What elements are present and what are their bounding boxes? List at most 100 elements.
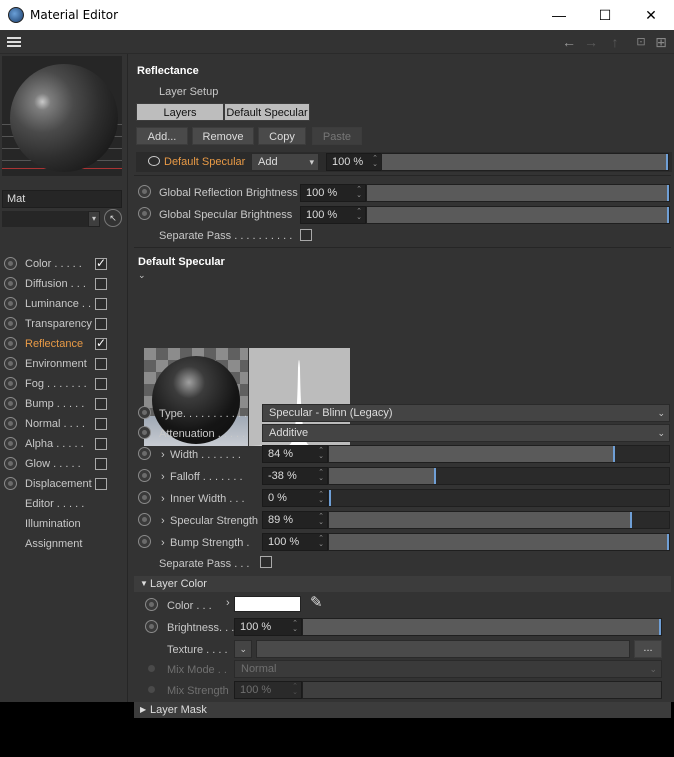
channel-anim-radio[interactable] [4,337,17,350]
add-layer-button[interactable]: Add... [136,127,188,145]
falloff-expand-icon[interactable]: › [161,471,165,483]
channel-item[interactable]: Color . . . . . [0,254,128,274]
bump-strength-expand-icon[interactable]: › [161,537,165,549]
lock-icon[interactable]: ⊡ [632,33,650,51]
channel-enable-checkbox[interactable] [95,438,107,450]
channel-enable-checkbox[interactable] [95,398,107,410]
channel-label[interactable]: Normal . . . . [25,418,85,430]
remove-layer-button[interactable]: Remove [192,127,254,145]
channel-label[interactable]: Diffusion . . . [25,278,86,290]
channel-anim-radio[interactable] [4,477,17,490]
material-preview[interactable] [2,56,122,176]
layer-color-group-header[interactable]: ▼ Layer Color [134,576,671,592]
channel-enable-checkbox[interactable] [95,378,107,390]
back-arrow-icon[interactable]: ← [560,33,578,51]
forward-arrow-icon[interactable]: → [582,33,600,51]
channel-anim-radio[interactable] [4,417,17,430]
channel-anim-radio[interactable] [4,297,17,310]
channel-enable-checkbox[interactable] [95,478,107,490]
channel-item[interactable]: Fog . . . . . . . [0,374,128,394]
global-specular-anim-radio[interactable] [138,207,151,220]
bump-strength-slider[interactable] [328,533,670,551]
brightness-anim-radio[interactable] [145,620,158,633]
close-button[interactable]: ✕ [628,0,674,30]
layer-row[interactable]: Default Specular Add ▾ 100 % ⌃ ⌄ [136,152,672,172]
channel-item[interactable]: Displacement [0,474,128,494]
channel-item[interactable]: Luminance . . [0,294,128,314]
inner-width-field[interactable]: 0 % ⌃ ⌄ [262,489,328,507]
channel-anim-radio[interactable] [4,277,17,290]
global-specular-field[interactable]: 100 % ⌃ ⌄ [300,206,366,224]
falloff-slider[interactable] [328,467,670,485]
channel-enable-checkbox[interactable] [95,298,107,310]
tab-default-specular[interactable]: Default Specular [224,103,310,121]
maximize-button[interactable]: ☐ [582,0,628,30]
attenuation-anim-radio[interactable] [138,426,151,439]
width-slider[interactable] [328,445,670,463]
channel-label[interactable]: Luminance . . [25,298,91,310]
channel-anim-radio[interactable] [4,397,17,410]
texture-menu-button[interactable]: ⌄ [234,640,252,658]
channel-item[interactable]: Glow . . . . . [0,454,128,474]
channel-filter-dropdown[interactable] [2,211,88,227]
inner-width-slider[interactable] [328,489,670,507]
specular-strength-field[interactable]: 89 % ⌃ ⌄ [262,511,328,529]
channel-label[interactable]: Fog . . . . . . . [25,378,87,390]
bump-strength-anim-radio[interactable] [138,535,151,548]
channel-enable-checkbox[interactable] [95,278,107,290]
channel-assignment[interactable]: Assignment [25,538,82,550]
specular-strength-slider[interactable] [328,511,670,529]
channel-item[interactable]: Bump . . . . . [0,394,128,414]
menu-icon[interactable] [7,37,21,47]
channel-anim-radio[interactable] [4,377,17,390]
channel-label[interactable]: Reflectance [25,338,83,350]
mix-strength-slider[interactable] [302,681,662,699]
channel-label[interactable]: Alpha . . . . . [25,438,84,450]
brightness-slider[interactable] [302,618,662,636]
eye-icon[interactable] [148,156,160,166]
channel-anim-radio[interactable] [4,437,17,450]
color-swatch[interactable] [234,596,301,612]
channel-label[interactable]: Displacement [25,478,92,490]
minimize-button[interactable]: — [536,0,582,30]
channel-item[interactable]: Alpha . . . . . [0,434,128,454]
channel-anim-radio[interactable] [4,257,17,270]
type-dropdown[interactable]: Specular - Blinn (Legacy) ⌄ [262,404,670,422]
channel-item[interactable]: Reflectance [0,334,128,354]
layer-mask-group-header[interactable]: ▶ Layer Mask [134,702,671,718]
texture-more-button[interactable]: ... [634,640,662,658]
attenuation-dropdown[interactable]: Additive ⌄ [262,424,670,442]
channel-illumination[interactable]: Illumination [25,518,81,530]
channel-enable-checkbox[interactable] [95,458,107,470]
mix-mode-dropdown[interactable]: Normal ⌄ [234,660,662,678]
color-anim-radio[interactable] [145,598,158,611]
layer-amount-field[interactable]: 100 % ⌃ ⌄ [326,153,382,171]
chevron-down-icon[interactable]: ▾ [88,211,100,227]
new-window-icon[interactable]: ⊞ [652,33,670,51]
specular-strength-expand-icon[interactable]: › [161,515,165,527]
spec-separate-pass-checkbox[interactable] [260,556,272,568]
color-expand-icon[interactable]: › [226,597,230,609]
global-reflection-slider[interactable] [366,184,670,202]
global-specular-slider[interactable] [366,206,670,224]
channel-enable-checkbox[interactable] [95,358,107,370]
paste-layer-button[interactable]: Paste [312,127,362,145]
channel-label[interactable]: Glow . . . . . [25,458,81,470]
global-reflection-anim-radio[interactable] [138,185,151,198]
channel-anim-radio[interactable] [4,317,17,330]
global-reflection-field[interactable]: 100 % ⌃ ⌄ [300,184,366,202]
channel-anim-radio[interactable] [4,357,17,370]
mix-strength-field[interactable]: 100 % ⌃ ⌄ [234,681,302,699]
eyedropper-icon[interactable]: ✎ [310,593,323,611]
layer-blend-dropdown[interactable]: Add ▾ [251,153,319,171]
channel-label[interactable]: Bump . . . . . [25,398,84,410]
channel-enable-checkbox[interactable] [95,318,107,330]
channel-label[interactable]: Color . . . . . [25,258,82,270]
width-expand-icon[interactable]: › [161,449,165,461]
channel-enable-checkbox[interactable] [95,336,107,350]
channel-enable-checkbox[interactable] [95,256,107,270]
channel-label[interactable]: Environment [25,358,87,370]
width-field[interactable]: 84 % ⌃ ⌄ [262,445,328,463]
layer-amount-slider[interactable] [381,153,669,171]
width-anim-radio[interactable] [138,447,151,460]
